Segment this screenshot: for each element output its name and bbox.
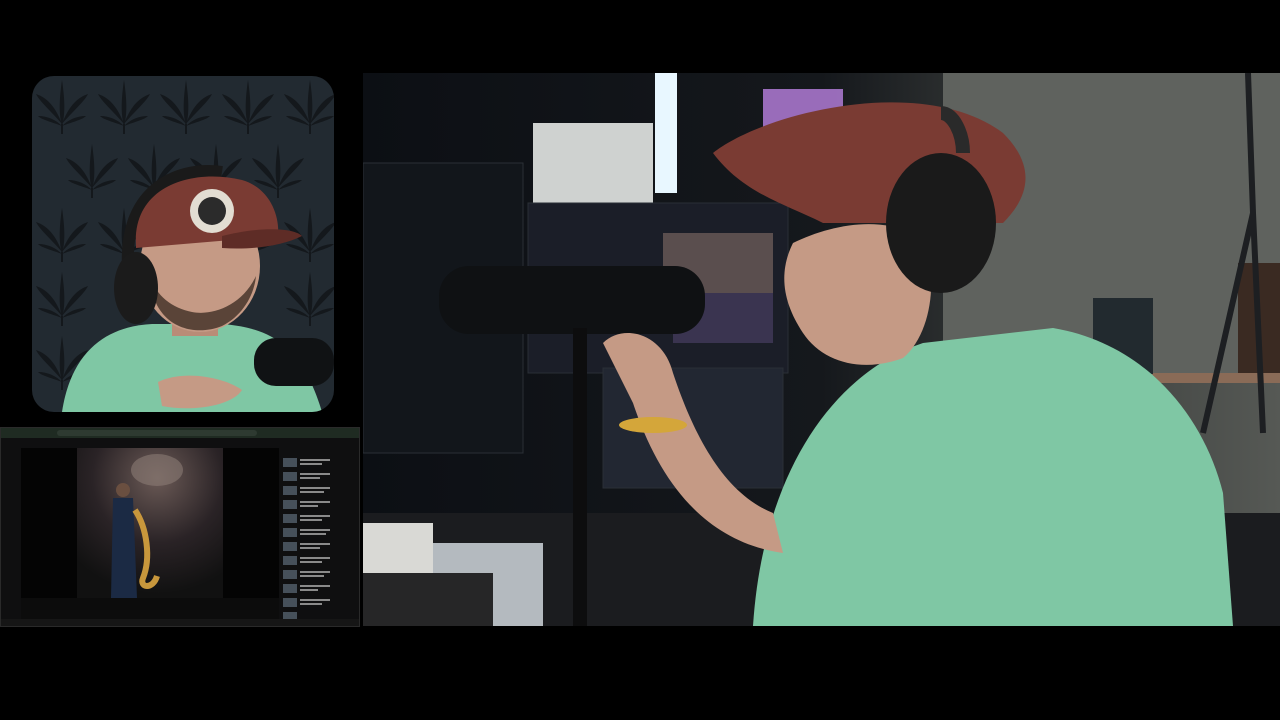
list-item[interactable]: [283, 472, 297, 481]
light-strip: [655, 73, 677, 193]
saxophone-figure: [111, 454, 183, 598]
list-item[interactable]: [283, 486, 297, 495]
keyboard[interactable]: [363, 573, 493, 626]
headphones-icon: [114, 252, 158, 324]
player-controls[interactable]: [21, 598, 279, 620]
list-item[interactable]: [283, 514, 297, 523]
taskbar[interactable]: [1, 619, 359, 626]
list-item[interactable]: [283, 528, 297, 537]
headphones-icon: [886, 153, 996, 293]
video-player[interactable]: [21, 448, 279, 620]
recommended-videos-list: [283, 448, 339, 621]
facecam-person: [62, 165, 334, 412]
address-bar[interactable]: [57, 430, 257, 436]
list-item[interactable]: [283, 598, 297, 607]
microphone-icon: [439, 266, 705, 334]
microphone-icon: [254, 338, 334, 386]
list-item[interactable]: [283, 556, 297, 565]
facecam-frame: [32, 76, 334, 412]
list-item[interactable]: [283, 500, 297, 509]
bracelet: [619, 417, 687, 433]
main-camera-view: [363, 73, 1280, 626]
list-item[interactable]: [283, 584, 297, 593]
mic-stand: [573, 328, 587, 626]
list-item[interactable]: [283, 542, 297, 551]
pc-case: [533, 123, 653, 203]
video-frame: [77, 448, 223, 598]
studio-scene: [363, 73, 1280, 626]
screen-capture-window: [0, 427, 360, 627]
list-item[interactable]: [283, 458, 297, 467]
list-item[interactable]: [283, 570, 297, 579]
